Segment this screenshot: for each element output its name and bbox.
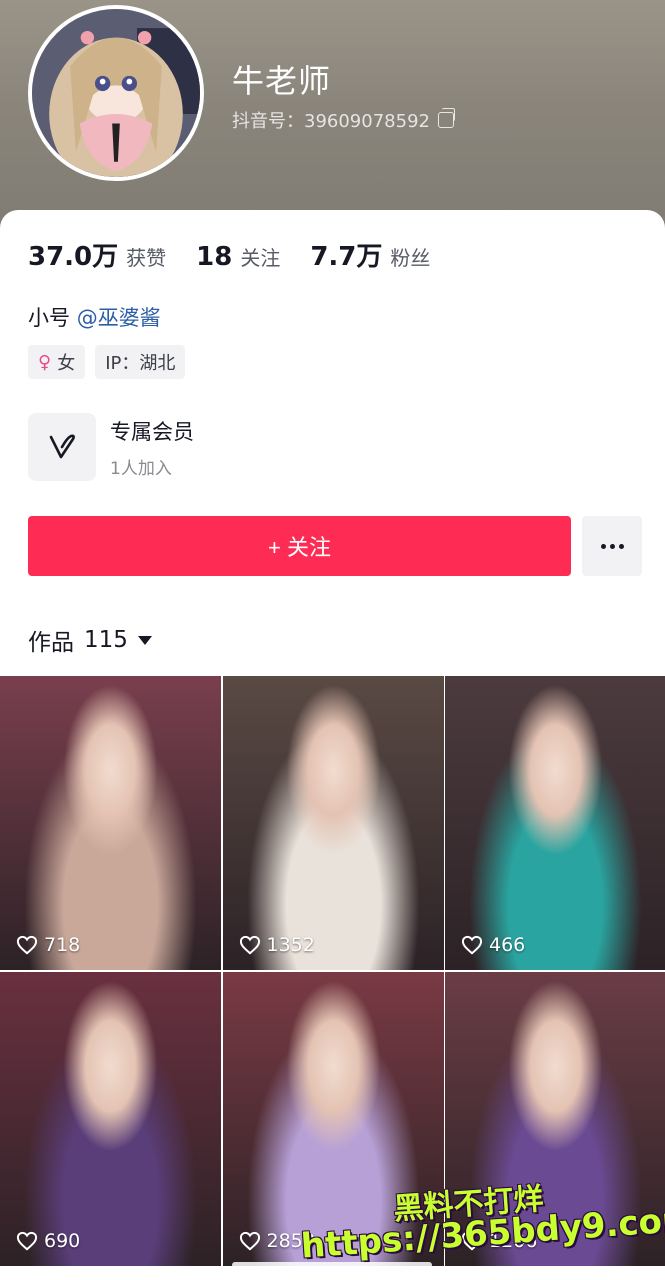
video-likes-count: 690 — [44, 1229, 81, 1252]
stat-value: 18 — [196, 242, 233, 272]
avatar[interactable] — [28, 5, 204, 181]
alt-account-link[interactable]: @巫婆酱 — [77, 306, 161, 330]
video-cover — [222, 676, 444, 970]
video-thumbnail[interactable]: 466 — [445, 676, 665, 970]
stat-following[interactable]: 18 关注 — [196, 242, 280, 272]
heart-icon — [461, 935, 483, 955]
douyin-id-text: 抖音号：39609078592 — [232, 111, 430, 132]
more-options-button[interactable] — [582, 516, 642, 576]
dot-icon — [618, 543, 624, 549]
exclusive-member[interactable]: 专属会员 1人加入 — [28, 413, 194, 481]
works-count: 115 — [84, 627, 128, 653]
stat-likes[interactable]: 37.0万 获赞 — [28, 236, 166, 273]
profile-name: 牛老师 — [232, 62, 332, 100]
female-icon: ♀ — [38, 351, 52, 373]
stat-label: 粉丝 — [390, 246, 431, 270]
video-likes: 466 — [461, 934, 525, 956]
dot-icon — [609, 543, 615, 549]
alt-account: 小号 @巫婆酱 — [28, 302, 161, 332]
gender-label: 女 — [57, 353, 76, 374]
profile-tags: ♀ 女 IP：湖北 — [28, 345, 186, 379]
home-indicator — [232, 1262, 432, 1268]
profile-stats: 37.0万 获赞 18 关注 7.7万 粉丝 — [28, 236, 460, 273]
works-label: 作品 — [28, 630, 74, 656]
video-thumbnail[interactable]: 690 — [0, 971, 221, 1266]
video-likes-count: 466 — [489, 934, 526, 956]
heart-icon — [16, 1231, 38, 1250]
follow-button[interactable]: + 关注 — [28, 516, 571, 576]
video-likes-count: 1352 — [266, 934, 315, 956]
stat-value: 37.0万 — [28, 242, 119, 272]
video-cover — [0, 971, 221, 1266]
douyin-id[interactable]: 抖音号：39609078592 — [232, 107, 455, 133]
video-thumbnail[interactable]: 1352 — [222, 676, 444, 970]
ip-label: IP：湖北 — [105, 353, 176, 374]
stat-value: 7.7万 — [310, 242, 383, 272]
dot-icon — [600, 543, 606, 549]
video-cover — [0, 676, 221, 970]
heart-icon — [16, 935, 38, 955]
caret-down-icon — [137, 635, 152, 645]
alt-account-prefix: 小号 — [28, 306, 70, 330]
gender-tag: ♀ 女 — [28, 345, 86, 379]
video-thumbnail[interactable]: 718 — [0, 676, 221, 970]
video-likes-count: 718 — [44, 934, 81, 956]
heart-icon — [239, 935, 260, 955]
avatar-illustration — [32, 9, 200, 177]
member-subtitle: 1人加入 — [110, 458, 172, 479]
video-likes: 1352 — [239, 934, 315, 956]
member-v-icon — [28, 413, 96, 481]
copy-icon[interactable] — [437, 108, 455, 128]
stat-followers[interactable]: 7.7万 粉丝 — [310, 236, 430, 273]
stat-label: 获赞 — [126, 246, 167, 270]
video-likes: 690 — [16, 1230, 80, 1252]
heart-icon — [239, 1231, 260, 1250]
member-title: 专属会员 — [110, 419, 194, 444]
video-cover — [445, 676, 665, 970]
stat-label: 关注 — [240, 246, 281, 270]
works-tab[interactable]: 作品 115 — [28, 623, 152, 657]
ip-tag: IP：湖北 — [95, 345, 186, 379]
video-likes: 718 — [16, 934, 80, 956]
